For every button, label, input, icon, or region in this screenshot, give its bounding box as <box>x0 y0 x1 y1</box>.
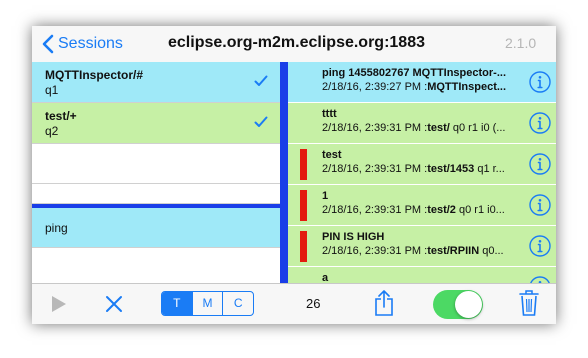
segment-messages[interactable]: M <box>191 292 223 315</box>
trash-icon[interactable] <box>519 289 539 322</box>
retained-marker <box>300 149 307 180</box>
message-meta: 2/18/16, 2:39:31 PM :test/ q0 r1 i0 (... <box>322 122 506 134</box>
view-segmented-control: T M C <box>161 291 254 316</box>
info-icon[interactable] <box>529 71 551 98</box>
retained-marker <box>300 190 307 221</box>
messages-pane: ping 1455802767 MQTTInspector-... 2/18/1… <box>288 62 556 283</box>
message-payload: a <box>322 272 329 283</box>
play-icon[interactable] <box>51 295 67 318</box>
empty-publication-row <box>32 248 280 288</box>
subscription-topic: MQTTInspector/# <box>45 68 144 82</box>
subscription-row[interactable]: MQTTInspector/# q1 <box>32 62 280 103</box>
retained-marker <box>300 231 307 262</box>
message-payload: test <box>322 149 342 161</box>
message-count: 26 <box>306 296 321 311</box>
left-pane: MQTTInspector/# q1 test/+ q2 ping <box>32 62 280 288</box>
empty-subscription-row <box>32 184 280 204</box>
message-meta: 2/18/16, 2:39:31 PM :test/1453 q1 r... <box>322 163 505 175</box>
back-button[interactable]: Sessions <box>42 33 123 55</box>
navigation-bar: Sessions eclipse.org-m2m.eclipse.org:188… <box>32 26 556 63</box>
page-title: eclipse.org-m2m.eclipse.org:1883 <box>168 34 425 51</box>
subscription-topic: test/+ <box>45 109 77 123</box>
message-row[interactable]: test 2/18/16, 2:39:31 PM :test/1453 q1 r… <box>288 144 556 185</box>
message-payload: ping 1455802767 MQTTInspector-... <box>322 67 507 79</box>
info-icon[interactable] <box>529 276 551 283</box>
info-icon[interactable] <box>529 112 551 139</box>
message-row[interactable]: PIN IS HIGH 2/18/16, 2:39:31 PM :test/RP… <box>288 226 556 267</box>
publication-row[interactable]: ping <box>32 208 280 248</box>
message-payload: tttt <box>322 108 337 120</box>
message-payload: PIN IS HIGH <box>322 231 385 243</box>
message-row[interactable]: 1 2/18/16, 2:39:31 PM :test/2 q0 r1 i0..… <box>288 185 556 226</box>
info-icon[interactable] <box>529 194 551 221</box>
message-row[interactable]: ping 1455802767 MQTTInspector-... 2/18/1… <box>288 62 556 103</box>
subscription-qos: q1 <box>45 83 59 97</box>
publication-text: ping <box>45 221 68 235</box>
toggle-knob <box>455 291 482 318</box>
segment-topics[interactable]: T <box>162 292 192 315</box>
bottom-toolbar: T M C 26 <box>32 283 556 324</box>
checkmark-icon <box>254 115 268 133</box>
connection-toggle[interactable] <box>433 290 483 319</box>
segment-commands[interactable]: C <box>222 292 253 315</box>
subscription-row[interactable]: test/+ q2 <box>32 103 280 144</box>
checkmark-icon <box>254 74 268 92</box>
message-row[interactable]: a <box>288 267 556 283</box>
subscription-qos: q2 <box>45 124 59 138</box>
message-meta: 2/18/16, 2:39:31 PM :test/2 q0 r1 i0... <box>322 204 505 216</box>
message-meta: 2/18/16, 2:39:31 PM :test/RPIIN q0... <box>322 245 504 257</box>
pane-divider-vertical[interactable] <box>280 62 288 283</box>
back-button-label: Sessions <box>58 35 123 52</box>
version-label: 2.1.0 <box>505 35 537 51</box>
empty-subscription-row <box>32 144 280 184</box>
close-x-icon[interactable] <box>105 295 123 318</box>
share-icon[interactable] <box>374 289 394 322</box>
info-icon[interactable] <box>529 235 551 262</box>
chevron-left-icon <box>42 34 54 54</box>
message-meta: 2/18/16, 2:39:27 PM :MQTTInspect... <box>322 81 507 93</box>
message-row[interactable]: tttt 2/18/16, 2:39:31 PM :test/ q0 r1 i0… <box>288 103 556 144</box>
app-window: Sessions eclipse.org-m2m.eclipse.org:188… <box>32 26 556 324</box>
info-icon[interactable] <box>529 153 551 180</box>
message-payload: 1 <box>322 190 329 202</box>
